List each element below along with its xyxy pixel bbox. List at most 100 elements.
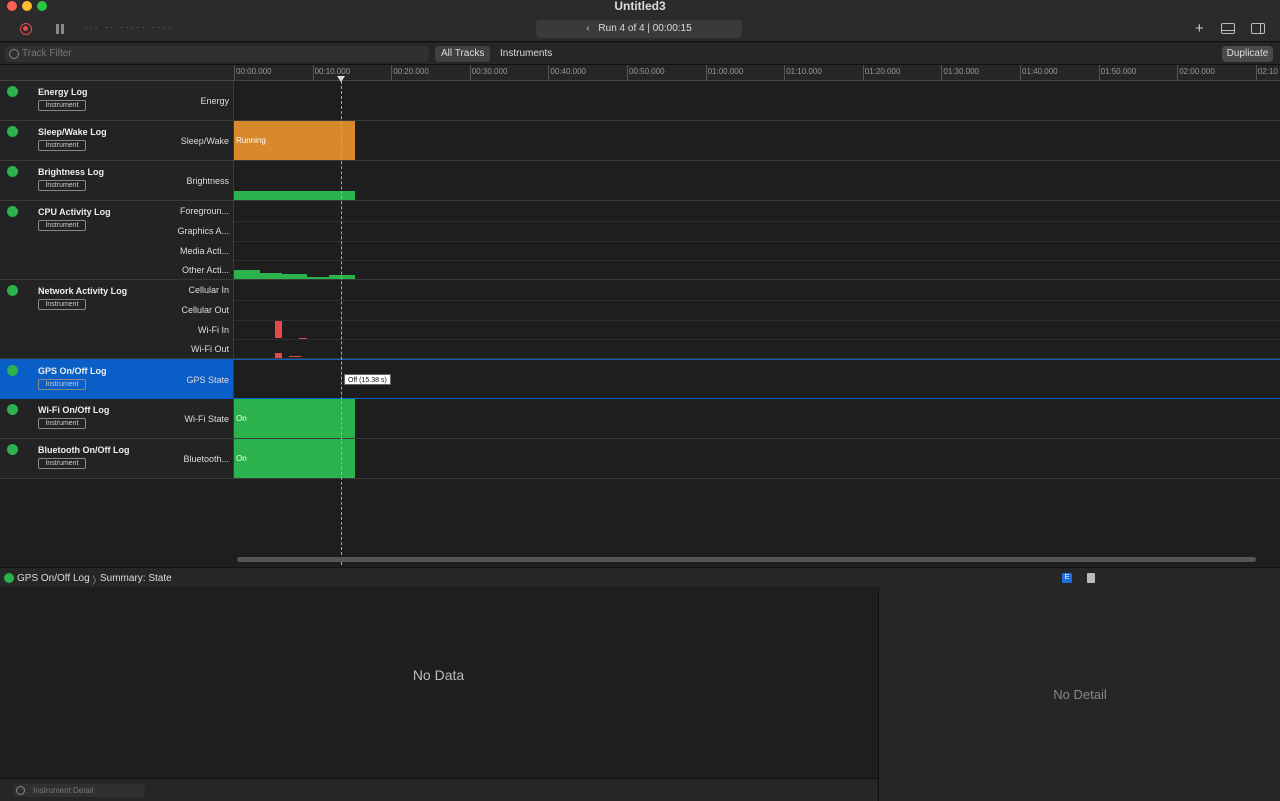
instrument-badge: Instrument: [38, 379, 86, 390]
ruler-tick: 01:30.000: [941, 65, 979, 80]
lane-label: Energy: [200, 96, 229, 106]
instrument-badge: Instrument: [38, 458, 86, 469]
brightness-icon: [7, 166, 18, 177]
track-graph[interactable]: [234, 81, 1280, 120]
state-bar-label: On: [236, 413, 247, 423]
instrument-detail-filter[interactable]: Instrument Detail: [13, 784, 145, 797]
duplicate-button[interactable]: Duplicate: [1222, 46, 1273, 62]
ruler-tick: 02:00.000: [1177, 65, 1215, 80]
toggle-inspector-panel-icon[interactable]: [1251, 23, 1265, 34]
ruler-tick: 00:50.000: [627, 65, 665, 80]
track-energy[interactable]: Energy Log Instrument Energy: [0, 81, 1280, 121]
instruments-toggle[interactable]: Instruments: [494, 46, 558, 62]
lane-divider: [234, 339, 1280, 341]
breadcrumb-view[interactable]: Summary: State: [100, 573, 172, 584]
playhead[interactable]: [341, 76, 342, 565]
track-header[interactable]: Network Activity Log Instrument Cellular I…: [0, 280, 234, 358]
state-bar[interactable]: [234, 191, 355, 200]
detail-table: No Data: [0, 587, 877, 778]
track-network-activity[interactable]: Network Activity Log Instrument Cellular I…: [0, 280, 1280, 359]
ruler-tick: 00:30.000: [469, 65, 507, 80]
instrument-name: Network Activity Log: [38, 286, 128, 296]
state-bar[interactable]: [275, 353, 282, 358]
instrument-badge: Instrument: [38, 299, 86, 310]
state-bar[interactable]: [260, 273, 282, 279]
lane-label: Graphics A...: [177, 225, 229, 236]
lane-divider: [234, 319, 1280, 321]
lane-divider: [234, 260, 1280, 262]
track-graph[interactable]: Running: [234, 121, 1280, 160]
pause-button[interactable]: [56, 24, 65, 34]
track-header[interactable]: Brightness Log Instrument Brightness: [0, 161, 234, 200]
breadcrumb-instrument[interactable]: GPS On/Off Log: [17, 573, 90, 584]
state-bar[interactable]: [275, 320, 282, 338]
track-bluetooth[interactable]: Bluetooth On/Off Log Instrument Bluetooth.…: [0, 439, 1280, 479]
track-graph[interactable]: On: [234, 439, 1280, 478]
track-header[interactable]: Sleep/Wake Log Instrument Sleep/Wake: [0, 121, 234, 160]
lane-label: Sleep/Wake: [180, 136, 229, 146]
state-bar[interactable]: [329, 275, 355, 279]
track-header[interactable]: Wi-Fi On/Off Log Instrument Wi-Fi State: [0, 399, 234, 438]
track-header[interactable]: Energy Log Instrument Energy: [0, 81, 234, 120]
timeline-scrollbar[interactable]: [237, 557, 1256, 562]
timeline-ruler[interactable]: 00:00.000 00:10.000 00:20.000 00:30.000 00:4…: [234, 65, 1280, 81]
lane-label: Cellular In: [188, 285, 229, 295]
track-header[interactable]: CPU Activity Log Instrument Foregroun... Gr…: [0, 201, 234, 279]
power-icon: [7, 126, 18, 137]
all-tracks-toggle[interactable]: All Tracks: [435, 46, 491, 62]
add-instrument-icon[interactable]: +: [1195, 21, 1204, 36]
target-device-selector[interactable]: ··· ·· ····· ····: [84, 22, 173, 33]
lane-label: Cellular Out: [181, 304, 229, 315]
detail-footer: Instrument Detail: [0, 778, 877, 801]
instrument-badge: Instrument: [38, 180, 86, 191]
document-icon[interactable]: [1087, 573, 1095, 583]
lane-label: Brightness: [186, 176, 229, 186]
energy-icon: [7, 86, 18, 97]
lane-divider: [234, 299, 1280, 301]
track-graph[interactable]: [234, 161, 1280, 200]
instrument-name: Bluetooth On/Off Log: [38, 445, 130, 455]
ruler-tick: 01:20.000: [862, 65, 900, 80]
state-bar[interactable]: [289, 356, 301, 357]
state-bar[interactable]: [307, 277, 329, 279]
state-bar[interactable]: [234, 270, 260, 279]
track-graph[interactable]: On: [234, 399, 1280, 438]
track-gps[interactable]: GPS On/Off Log Instrument GPS State: [0, 359, 1280, 399]
state-bar[interactable]: Running: [234, 121, 355, 160]
chevron-left-icon[interactable]: ‹: [586, 23, 589, 34]
run-separator: |: [647, 23, 650, 34]
run-selector[interactable]: ‹ Run 4 of 4 | 00:00:15: [536, 20, 742, 38]
instrument-name: Brightness Log: [38, 167, 105, 177]
record-button[interactable]: [20, 23, 32, 35]
track-filter-input[interactable]: Track Filter: [5, 46, 429, 62]
track-brightness[interactable]: Brightness Log Instrument Brightness: [0, 161, 1280, 201]
ruler-tick: 01:40.000: [1020, 65, 1058, 80]
window-title: Untitled3: [614, 0, 666, 13]
no-detail-label: No Detail: [1053, 687, 1107, 702]
state-bar[interactable]: On: [234, 439, 355, 478]
instrument-name: Energy Log: [38, 87, 88, 97]
track-header[interactable]: Bluetooth On/Off Log Instrument Bluetooth.…: [0, 439, 234, 478]
instrument-name: Sleep/Wake Log: [38, 127, 107, 137]
ruler-tick: 00:40.000: [548, 65, 586, 80]
lane-label: Media Acti...: [179, 245, 229, 256]
playhead-handle[interactable]: [337, 76, 345, 82]
state-bar-label: Running: [236, 135, 266, 145]
ruler-tick: 01:50.000: [1098, 65, 1136, 80]
instrument-badge: Instrument: [38, 140, 86, 151]
run-label: Run 4 of 4: [598, 23, 645, 34]
track-header[interactable]: GPS On/Off Log Instrument GPS State: [0, 360, 234, 398]
track-sleep-wake[interactable]: Sleep/Wake Log Instrument Sleep/Wake Runnin…: [0, 121, 1280, 161]
state-bar[interactable]: [282, 274, 307, 279]
filter-icon: [9, 49, 19, 59]
state-bar[interactable]: On: [234, 399, 355, 438]
track-cpu-activity[interactable]: CPU Activity Log Instrument Foregroun... Gr…: [0, 201, 1280, 280]
track-wifi[interactable]: Wi-Fi On/Off Log Instrument Wi-Fi State On: [0, 399, 1280, 439]
wifi-icon: [7, 404, 18, 415]
lane-label: GPS State: [186, 375, 229, 385]
ruler-tick: 02:10: [1255, 65, 1278, 80]
extended-detail-icon[interactable]: E: [1062, 573, 1072, 583]
lane-label: Wi-Fi In: [198, 324, 229, 335]
track-graph[interactable]: [234, 360, 1280, 398]
toggle-detail-panel-icon[interactable]: [1221, 23, 1235, 34]
